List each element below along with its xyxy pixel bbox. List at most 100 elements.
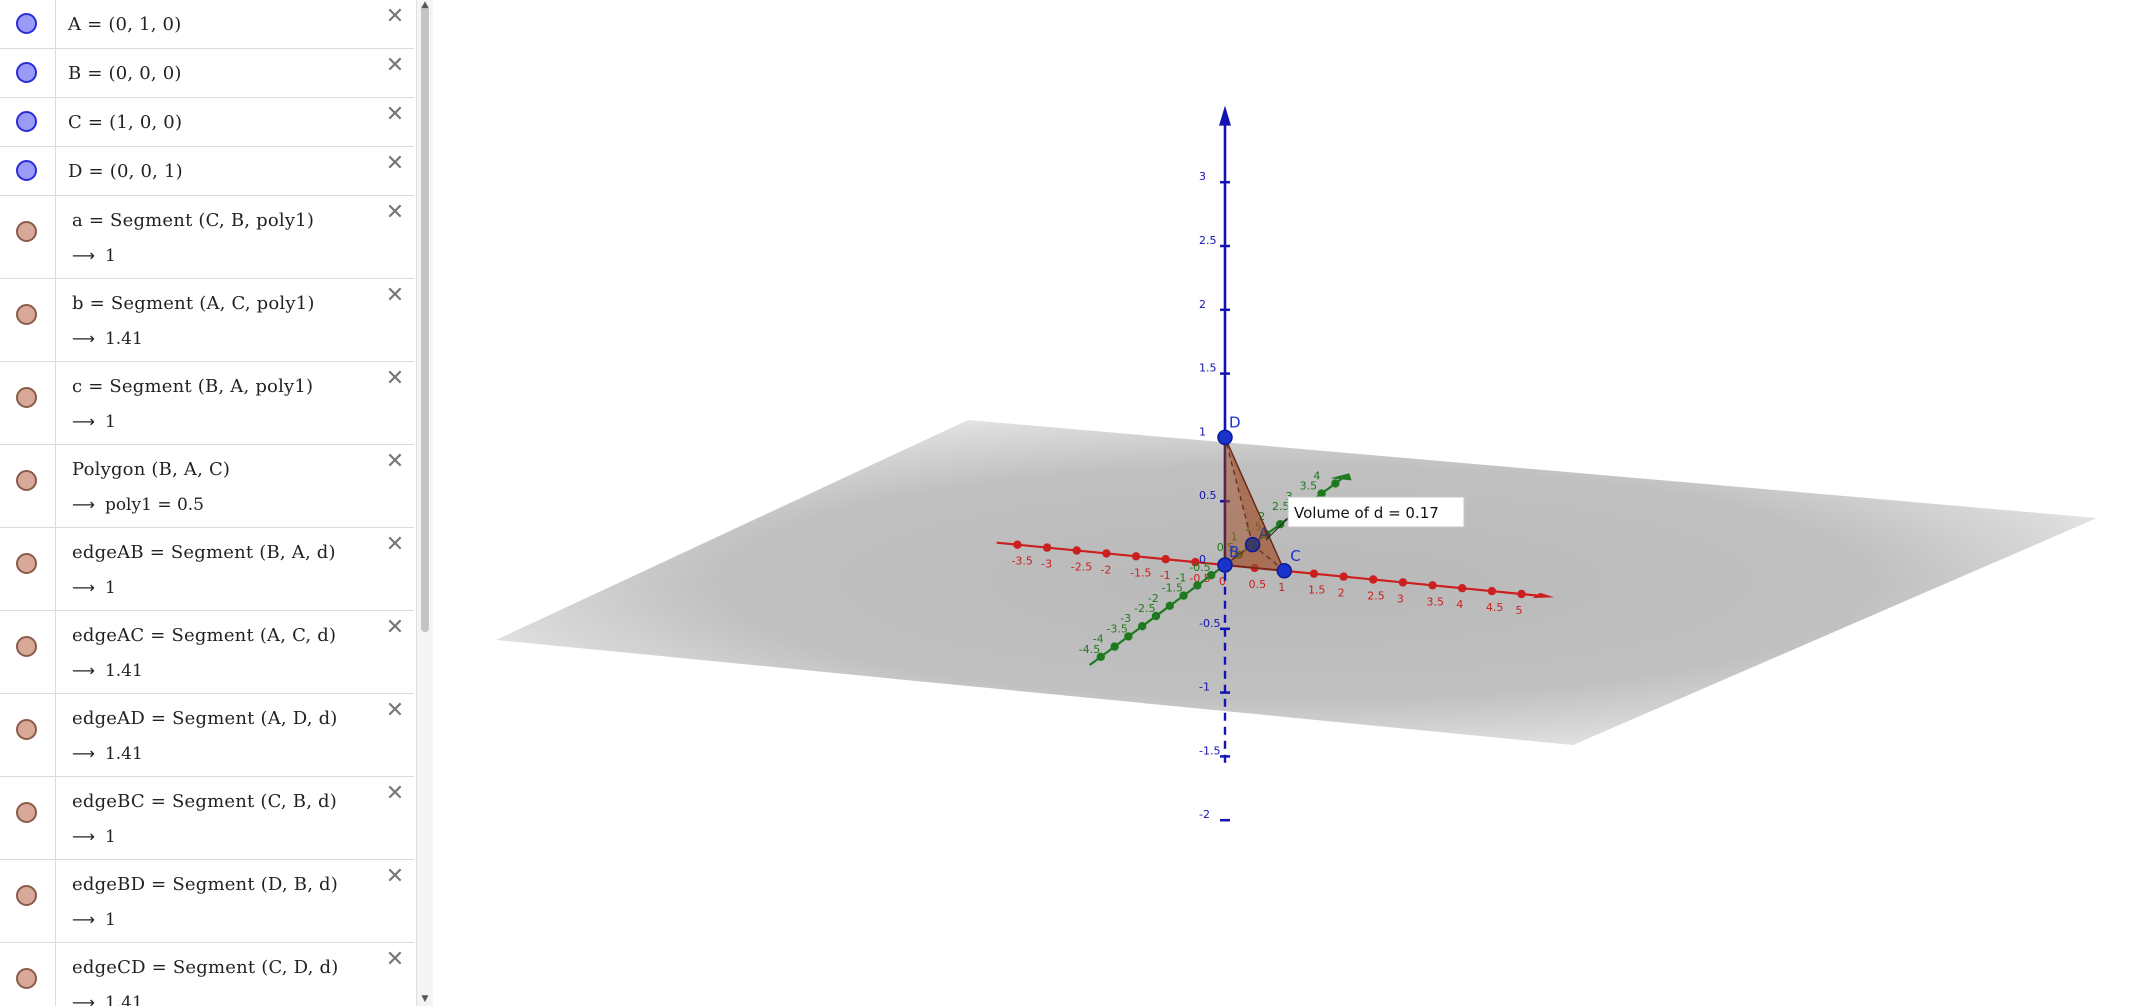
definition-text[interactable]: c = Segment (B, A, poly1) [72, 376, 313, 397]
algebra-view: A = (0, 1, 0) ✕ B = (0, 0, 0) ✕ C = (1, 0, 0… [0, 0, 416, 1006]
visibility-toggle-icon[interactable] [16, 470, 37, 491]
visibility-toggle-icon[interactable] [16, 553, 37, 574]
scroll-up-arrow[interactable]: ▲ [419, 0, 431, 10]
value-text: 1 [104, 578, 116, 598]
x-axis-tick-label: -2.5 [1071, 561, 1092, 574]
z-axis-tick-label: 0.5 [1199, 489, 1217, 502]
visibility-toggle-icon[interactable] [16, 111, 37, 132]
definition-text[interactable]: edgeAD = Segment (A, D, d) [72, 708, 338, 729]
visibility-toggle-icon[interactable] [16, 802, 37, 823]
definition-text[interactable]: A = (0, 1, 0) [68, 14, 181, 35]
algebra-row[interactable]: b = Segment (A, C, poly1) ⟶ 1.41 ✕ [0, 279, 414, 362]
x-axis-tick-label: 2.5 [1367, 590, 1385, 603]
algebra-row[interactable]: A = (0, 1, 0) ✕ [0, 0, 414, 49]
point-label-c: C [1290, 547, 1300, 565]
value-output: ⟶ 1.41 [72, 329, 143, 349]
y-axis-tick [1138, 622, 1147, 631]
x-axis-tick [1042, 543, 1052, 552]
visibility-toggle-icon[interactable] [16, 304, 37, 325]
delete-icon[interactable]: ✕ [382, 283, 408, 309]
value-output: ⟶ 1.41 [72, 661, 143, 681]
algebra-row[interactable]: c = Segment (B, A, poly1) ⟶ 1 ✕ [0, 362, 414, 445]
algebra-row[interactable]: a = Segment (C, B, poly1) ⟶ 1 ✕ [0, 196, 414, 279]
x-axis-tick-label: 3.5 [1427, 595, 1445, 608]
delete-icon[interactable]: ✕ [382, 102, 408, 128]
algebra-row[interactable]: edgeAC = Segment (A, C, d) ⟶ 1.41 ✕ [0, 611, 414, 694]
x-axis-tick [1339, 572, 1348, 581]
algebra-row[interactable]: Polygon (B, A, C) ⟶ poly1 = 0.5 ✕ [0, 445, 414, 528]
algebra-row[interactable]: edgeAD = Segment (A, D, d) ⟶ 1.41 ✕ [0, 694, 414, 777]
definition-text[interactable]: a = Segment (C, B, poly1) [72, 210, 314, 231]
delete-icon[interactable]: ✕ [382, 532, 408, 558]
delete-icon[interactable]: ✕ [382, 4, 408, 30]
delete-icon[interactable]: ✕ [382, 366, 408, 392]
y-axis-tick-label: 4 [1313, 469, 1320, 482]
delete-icon[interactable]: ✕ [382, 151, 408, 177]
delete-icon[interactable]: ✕ [382, 864, 408, 890]
y-axis-tick [1193, 581, 1202, 590]
delete-icon[interactable]: ✕ [382, 200, 408, 226]
algebra-row[interactable]: edgeBC = Segment (C, B, d) ⟶ 1 ✕ [0, 777, 414, 860]
visibility-toggle-icon[interactable] [16, 221, 37, 242]
algebra-row[interactable]: edgeAB = Segment (B, A, d) ⟶ 1 ✕ [0, 528, 414, 611]
marble-column [0, 445, 56, 527]
delete-icon[interactable]: ✕ [382, 53, 408, 79]
marble-column [0, 943, 56, 1006]
value-text: 1.41 [104, 329, 143, 349]
visibility-toggle-icon[interactable] [16, 636, 37, 657]
y-axis-tick-label: -4 [1093, 633, 1104, 646]
scroll-down-arrow[interactable]: ▼ [419, 994, 431, 1004]
x-axis-tick-label: 1.5 [1308, 584, 1326, 597]
y-axis-tick [1110, 642, 1119, 651]
definition-text[interactable]: edgeAB = Segment (B, A, d) [72, 542, 336, 563]
algebra-row[interactable]: C = (1, 0, 0) ✕ [0, 98, 414, 147]
scroll-thumb[interactable] [421, 4, 429, 632]
definition-text[interactable]: C = (1, 0, 0) [68, 112, 182, 133]
z-axis-tick-label: -1.5 [1199, 744, 1220, 757]
xy-plane[interactable] [496, 420, 2097, 745]
output-arrow-icon: ⟶ [72, 412, 95, 431]
definition-text[interactable]: B = (0, 0, 0) [68, 63, 182, 84]
value-output: ⟶ poly1 = 0.5 [72, 495, 204, 515]
marble-column [0, 611, 56, 693]
delete-icon[interactable]: ✕ [382, 947, 408, 973]
z-axis-tick-label: -2 [1199, 808, 1210, 821]
y-axis-tick [1331, 479, 1340, 488]
output-arrow-icon: ⟶ [72, 329, 95, 348]
algebra-scrollbar[interactable]: ▲ ▼ [416, 0, 433, 1006]
point-d[interactable] [1217, 429, 1233, 446]
delete-icon[interactable]: ✕ [382, 615, 408, 641]
x-axis-tick [1161, 555, 1170, 564]
algebra-row[interactable]: D = (0, 0, 1) ✕ [0, 147, 414, 196]
visibility-toggle-icon[interactable] [16, 160, 37, 181]
definition-text[interactable]: D = (0, 0, 1) [68, 161, 183, 182]
x-axis-tick [1102, 549, 1111, 558]
delete-icon[interactable]: ✕ [382, 449, 408, 475]
algebra-row[interactable]: B = (0, 0, 0) ✕ [0, 49, 414, 98]
point-label-a: A [1259, 525, 1270, 543]
z-axis-tick-label: 0 [1199, 553, 1206, 566]
visibility-toggle-icon[interactable] [16, 387, 37, 408]
visibility-toggle-icon[interactable] [16, 968, 37, 989]
visibility-toggle-icon[interactable] [16, 885, 37, 906]
definition-text[interactable]: edgeBC = Segment (C, B, d) [72, 791, 337, 812]
value-text: 1 [104, 827, 116, 847]
output-arrow-icon: ⟶ [72, 661, 95, 680]
visibility-toggle-icon[interactable] [16, 62, 37, 83]
visibility-toggle-icon[interactable] [16, 719, 37, 740]
definition-text[interactable]: Polygon (B, A, C) [72, 459, 230, 480]
delete-icon[interactable]: ✕ [382, 781, 408, 807]
visibility-toggle-icon[interactable] [16, 13, 37, 34]
delete-icon[interactable]: ✕ [382, 698, 408, 724]
algebra-row[interactable]: edgeCD = Segment (C, D, d) ⟶ 1.41 ✕ [0, 943, 414, 1006]
definition-text[interactable]: edgeAC = Segment (A, C, d) [72, 625, 336, 646]
value-output: ⟶ 1.41 [72, 993, 143, 1006]
definition-text[interactable]: b = Segment (A, C, poly1) [72, 293, 315, 314]
point-a[interactable] [1244, 536, 1261, 553]
definition-text[interactable]: edgeBD = Segment (D, B, d) [72, 874, 338, 895]
graphics-3d-view[interactable]: -3.5 -3 -2.5 -2 -1.5 -1 -0.5 0 0.5 1 1.5 2 2.5 3 3.5 4 4… [433, 0, 2133, 1006]
algebra-row[interactable]: edgeBD = Segment (D, B, d) ⟶ 1 ✕ [0, 860, 414, 943]
definition-text[interactable]: edgeCD = Segment (C, D, d) [72, 957, 338, 978]
point-c[interactable] [1276, 563, 1293, 579]
x-axis-tick-label: 5 [1516, 604, 1523, 617]
